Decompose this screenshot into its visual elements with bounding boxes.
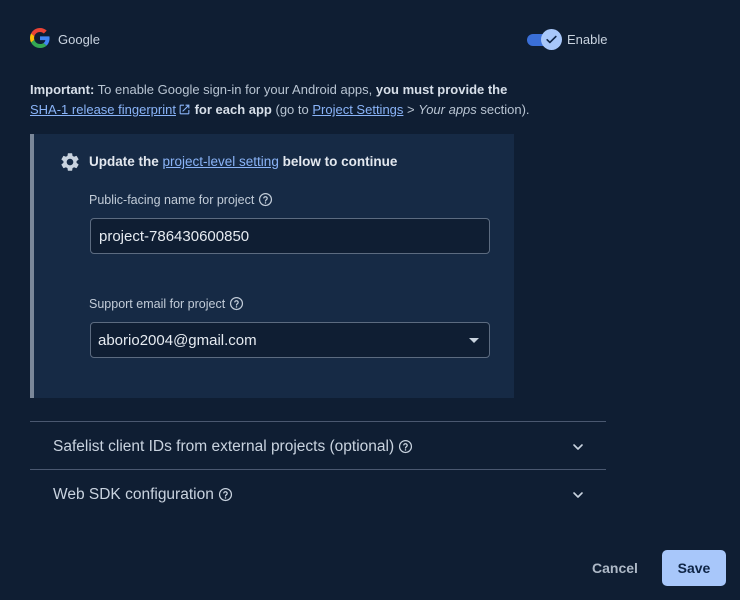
chevron-down-icon (573, 444, 583, 450)
provider-header: Google Enable (30, 27, 608, 51)
important-bold-1: you must provide the (375, 82, 508, 97)
support-email-value: aborio2004@gmail.com (98, 332, 257, 349)
check-icon (546, 35, 557, 44)
save-button[interactable]: Save (662, 550, 726, 586)
important-notice: Important: To enable Google sign-in for … (30, 80, 610, 120)
help-circle-icon[interactable] (398, 439, 413, 454)
safelist-client-ids-section[interactable]: Safelist client IDs from external projec… (30, 421, 606, 469)
project-settings-link[interactable]: Project Settings (312, 102, 403, 117)
panel-heading: Update the project-level setting below t… (89, 154, 397, 169)
sha1-fingerprint-link[interactable]: SHA-1 release fingerprint (30, 102, 191, 117)
your-apps-italic: Your apps (418, 102, 477, 117)
important-text-4: section). (476, 102, 530, 117)
safelist-title-text: Safelist client IDs from external projec… (53, 438, 395, 455)
panel-heading-prefix: Update the (89, 154, 163, 169)
provider-name: Google (58, 32, 100, 47)
support-email-label-text: Support email for project (89, 297, 226, 311)
gear-icon (61, 153, 79, 171)
project-setting-panel: Update the project-level setting below t… (30, 134, 514, 398)
safelist-title: Safelist client IDs from external projec… (53, 438, 413, 456)
sha1-fingerprint-link-text: SHA-1 release fingerprint (30, 102, 176, 117)
panel-heading-suffix: below to continue (278, 154, 398, 169)
google-provider-config-page: Google Enable Important: To enable Googl… (0, 0, 740, 600)
enable-label: Enable (567, 32, 608, 47)
important-text-2: (go to (271, 102, 313, 117)
support-email-label: Support email for project (89, 296, 244, 311)
help-circle-icon[interactable] (218, 487, 233, 502)
toggle-knob (541, 29, 562, 50)
caret-down-icon (469, 338, 479, 343)
enable-toggle[interactable] (527, 29, 563, 50)
web-sdk-configuration-section[interactable]: Web SDK configuration (30, 469, 606, 517)
cancel-button[interactable]: Cancel (580, 551, 650, 585)
project-level-setting-link[interactable]: project-level setting (163, 154, 279, 169)
public-name-label-text: Public-facing name for project (89, 193, 255, 207)
public-name-input[interactable] (90, 218, 490, 254)
important-text-3: > (403, 102, 419, 117)
web-sdk-title: Web SDK configuration (53, 486, 233, 504)
important-lead: Important: (30, 82, 95, 97)
important-text-1: To enable Google sign-in for your Androi… (94, 82, 376, 97)
public-name-label: Public-facing name for project (89, 192, 273, 207)
support-email-select[interactable]: aborio2004@gmail.com (90, 322, 490, 358)
help-circle-icon[interactable] (229, 296, 244, 311)
external-link-icon (179, 104, 190, 115)
chevron-down-icon (573, 492, 583, 498)
web-sdk-title-text: Web SDK configuration (53, 486, 214, 503)
help-circle-icon[interactable] (258, 192, 273, 207)
google-g-icon (30, 28, 50, 48)
important-bold-2: for each app (190, 102, 272, 117)
